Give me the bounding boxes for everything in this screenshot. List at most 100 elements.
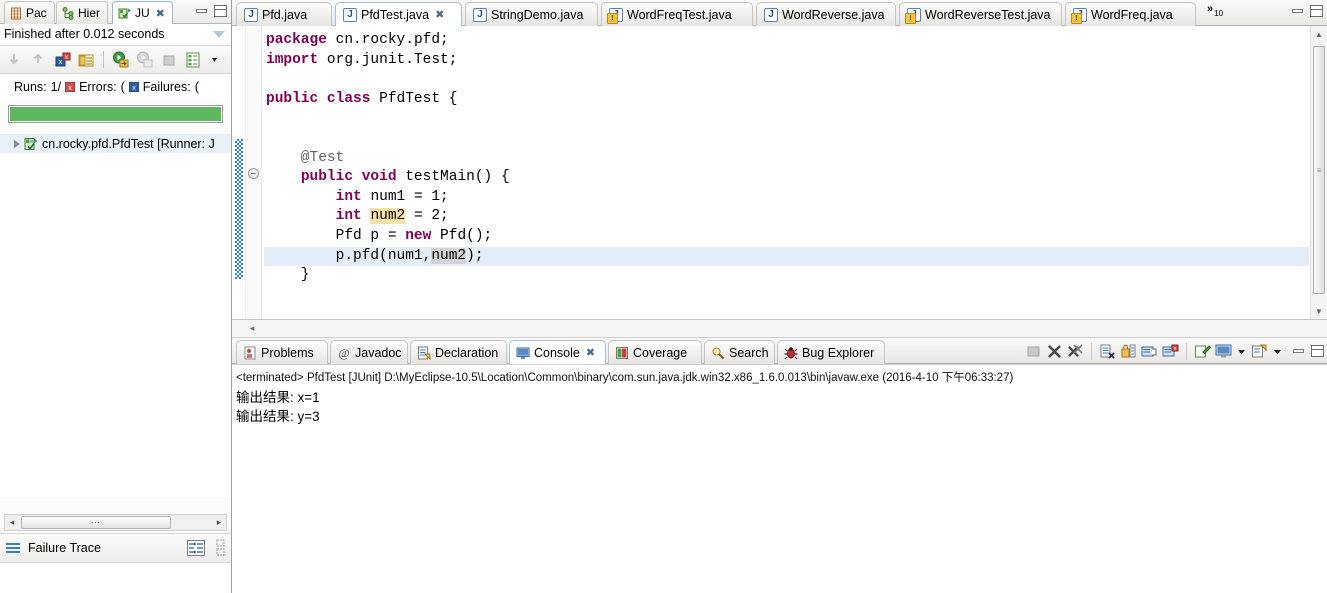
rerun-failed-tests-icon[interactable] <box>135 50 155 70</box>
bottom-tab-console[interactable]: Console ✖ <box>509 340 606 364</box>
editor-tab-label: PfdTest.java <box>361 7 430 22</box>
open-console-dropdown-icon[interactable] <box>1272 343 1283 360</box>
scroll-lock-icon[interactable] <box>1120 343 1137 360</box>
filter-stack-trace-icon[interactable] <box>210 539 226 557</box>
close-icon[interactable]: ✖ <box>156 7 165 20</box>
toolbar-separator <box>103 51 104 68</box>
bottom-tab-problems[interactable]: Problems <box>236 340 328 364</box>
editor-tab-label: StringDemo.java <box>491 7 584 22</box>
expand-arrow-icon[interactable] <box>14 139 20 148</box>
toolbar-separator <box>1091 342 1092 360</box>
javadoc-icon: @ <box>337 346 351 360</box>
vertical-scrollbar-thumb[interactable]: ≡ <box>1313 46 1325 294</box>
pin-console-icon[interactable] <box>1194 343 1211 360</box>
show-console-on-error-icon[interactable]: x <box>1162 343 1179 360</box>
svg-text:@: @ <box>338 346 349 360</box>
minimize-icon[interactable] <box>1291 344 1306 358</box>
maximize-icon[interactable] <box>213 4 228 18</box>
java-file-icon: J <box>473 7 487 22</box>
bottom-tab-declaration[interactable]: Declaration <box>410 340 507 364</box>
code-editor[interactable]: package cn.rocky.pfd; import org.junit.Te… <box>232 26 1327 320</box>
editor-tab-pfdtest-java[interactable]: J PfdTest.java ✖ <box>335 2 462 26</box>
scroll-left-arrow-icon[interactable]: ◂ <box>5 517 19 528</box>
editor-tabbar: J Pfd.java J PfdTest.java ✖ J StringDemo.java J… <box>232 0 1327 26</box>
view-menu-icon[interactable] <box>207 50 227 70</box>
maximize-icon[interactable] <box>1309 4 1324 18</box>
view-menu-caret-icon[interactable] <box>213 31 225 38</box>
bug-explorer-icon <box>784 346 798 360</box>
close-icon[interactable]: ✖ <box>435 8 444 21</box>
editor-vertical-scrollbar[interactable]: ▲ ≡ ▼ <box>1310 26 1327 319</box>
scroll-up-arrow-icon[interactable]: ▲ <box>1311 26 1327 42</box>
editor-tab-wordfreq-java[interactable]: J WordFreq.java <box>1065 2 1196 26</box>
svg-text:x: x <box>65 55 68 61</box>
junit-results-tree[interactable]: cn.rocky.pfd.PfdTest [Runner: J <box>0 134 231 497</box>
code-annotation: @Test <box>266 149 345 166</box>
console-output-line: 输出结果: x=1 <box>236 390 320 405</box>
next-failure-icon[interactable] <box>4 50 24 70</box>
scroll-down-arrow-icon[interactable]: ▼ <box>1311 303 1327 319</box>
code-content[interactable]: package cn.rocky.pfd; import org.junit.Te… <box>264 26 1309 319</box>
failure-trace-icon <box>6 542 21 555</box>
package-explorer-icon <box>10 7 23 20</box>
clear-console-icon[interactable] <box>1099 343 1116 360</box>
bottom-tab-label: Javadoc <box>355 345 402 360</box>
terminate-icon[interactable] <box>1025 343 1042 360</box>
bottom-tab-javadoc[interactable]: @ Javadoc <box>330 340 408 364</box>
editor-tab-overflow-indicator[interactable]: » 10 <box>1207 3 1223 18</box>
java-file-icon: J <box>764 7 778 22</box>
close-icon[interactable]: ✖ <box>586 346 595 359</box>
editor-tab-wordreversetest-java[interactable]: J WordReverseTest.java <box>899 2 1062 26</box>
bottom-tab-label: Coverage <box>633 345 688 360</box>
view-tab-junit[interactable]: JU ✖ <box>112 1 173 24</box>
junit-toolbar: x x <box>0 46 231 74</box>
editor-tab-wordreverse-java[interactable]: J WordReverse.java <box>756 2 896 26</box>
errors-status-icon: x <box>65 82 76 92</box>
code-text: Pfd(); <box>440 227 493 244</box>
bottom-tab-label: Search <box>729 345 769 360</box>
show-console-on-output-icon[interactable] <box>1141 343 1158 360</box>
previous-failure-icon[interactable] <box>28 50 48 70</box>
editor-horizontal-scrollbar[interactable]: ◂ <box>232 320 1327 338</box>
maximize-icon[interactable] <box>1310 344 1325 358</box>
editor-tab-stringdemo-java[interactable]: J StringDemo.java <box>465 2 598 26</box>
editor-tab-label: WordFreqTest.java <box>627 7 732 22</box>
open-console-icon[interactable] <box>1251 343 1268 360</box>
test-suite-pass-icon <box>24 137 38 151</box>
bottom-tab-coverage[interactable]: Coverage <box>608 340 702 364</box>
bottom-tab-bug-explorer[interactable]: Bug Explorer <box>777 340 885 364</box>
scroll-left-arrow-icon[interactable]: ◂ <box>232 323 272 334</box>
code-text: PfdTest { <box>379 90 458 107</box>
view-tab-hierarchy[interactable]: Hier <box>56 1 109 24</box>
remove-all-terminated-icon[interactable] <box>1067 343 1084 360</box>
code-line: int num2 = 2; <box>264 207 1309 227</box>
scroll-right-arrow-icon[interactable]: ▸ <box>212 517 226 528</box>
stop-test-run-icon[interactable] <box>159 50 179 70</box>
display-selected-console-dropdown-icon[interactable] <box>1236 343 1247 360</box>
code-keyword: int <box>335 208 371 225</box>
show-failures-only-icon[interactable]: x x <box>52 50 72 70</box>
minimize-icon[interactable] <box>194 4 209 18</box>
tree-item-test-suite[interactable]: cn.rocky.pfd.PfdTest [Runner: J <box>0 134 231 153</box>
minimize-icon[interactable] <box>1290 4 1305 18</box>
remove-launch-icon[interactable] <box>1046 343 1063 360</box>
view-tab-package-explorer[interactable]: Pac <box>4 1 55 24</box>
show-test-hierarchy-icon[interactable] <box>76 50 96 70</box>
rerun-test-icon[interactable] <box>111 50 131 70</box>
display-selected-console-icon[interactable] <box>1215 343 1232 360</box>
editor-tab-pfd-java[interactable]: J Pfd.java <box>236 2 332 26</box>
scrollbar-thumb[interactable]: ⋯ <box>21 516 171 529</box>
junit-horizontal-scrollbar[interactable]: ◂ ⋯ ▸ <box>4 514 227 531</box>
compare-result-icon[interactable] <box>186 539 206 557</box>
console-view[interactable]: <terminated> PfdTest [JUnit] D:\MyEclips… <box>232 364 1327 593</box>
collapse-method-icon[interactable] <box>248 168 259 179</box>
code-line: import org.junit.Test; <box>264 51 1309 71</box>
test-run-history-icon[interactable] <box>183 50 203 70</box>
editor-tab-wordfreqtest-java[interactable]: J WordFreqTest.java <box>601 2 753 26</box>
bottom-tab-search[interactable]: Search <box>704 340 775 364</box>
junit-progress-bar <box>8 105 223 123</box>
